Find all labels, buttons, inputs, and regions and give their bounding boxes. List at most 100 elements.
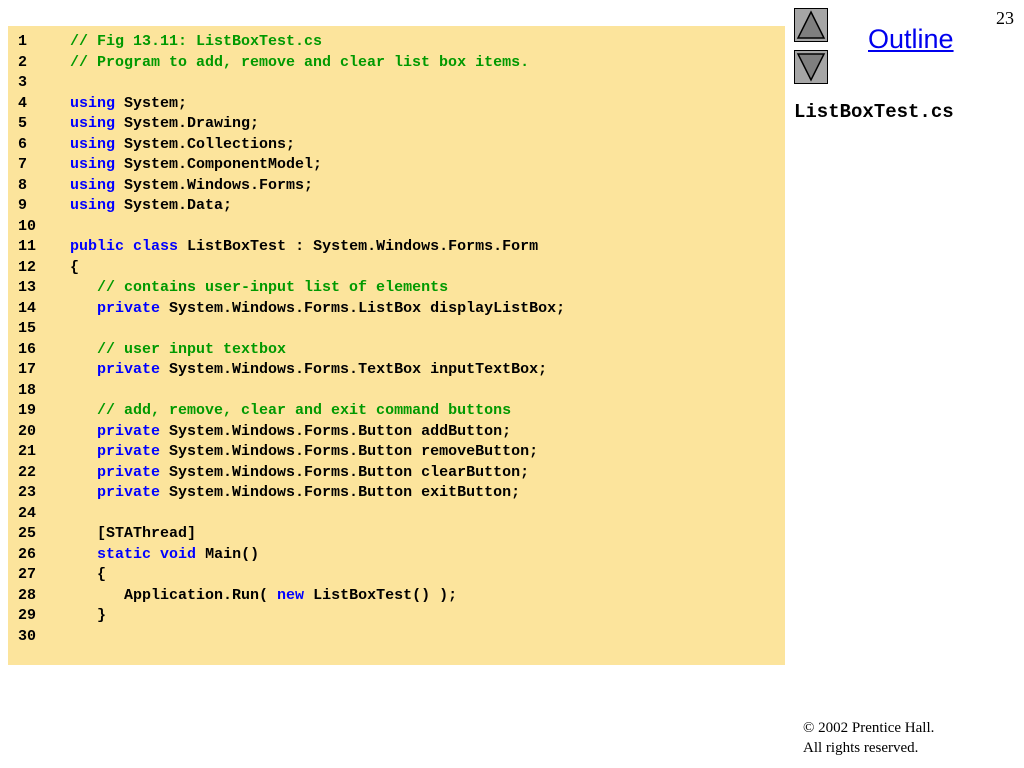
- slide-number: 23: [996, 8, 1014, 28]
- code-token: System.Drawing;: [115, 115, 260, 132]
- code-token: [STAThread]: [70, 525, 197, 542]
- code-text: private System.Windows.Forms.Button clea…: [70, 463, 529, 484]
- next-slide-button[interactable]: [794, 50, 828, 84]
- line-number: 15: [18, 320, 37, 337]
- line-number: 3: [18, 74, 28, 91]
- line-number: 23: [18, 484, 37, 501]
- line-number: 11: [18, 238, 37, 255]
- code-text: {: [70, 258, 79, 279]
- line-number: 8: [18, 176, 28, 194]
- code-text: using System.Drawing;: [70, 114, 259, 135]
- line-number: 29: [18, 607, 37, 624]
- code-token: System.Windows.Forms.Button addButton;: [160, 422, 512, 440]
- comment-token: // contains user-input list of elements: [97, 279, 449, 296]
- comment-token: // user input textbox: [97, 340, 287, 358]
- code-token: {: [70, 258, 80, 276]
- code-token: }: [70, 607, 107, 624]
- line-number: 17: [18, 361, 37, 378]
- copyright-symbol: ©: [803, 720, 815, 736]
- code-token: System.Windows.Forms.Button clearButton;: [160, 463, 530, 481]
- code-text: using System.ComponentModel;: [70, 155, 322, 176]
- code-text: private System.Windows.Forms.Button remo…: [70, 442, 538, 463]
- keyword-token: private: [97, 422, 161, 440]
- comment-token: // add, remove, clear and exit command b…: [97, 402, 512, 419]
- line-number: 2: [18, 53, 28, 71]
- code-token: System.Windows.Forms.Button removeButton…: [160, 443, 539, 460]
- copyright-text: 2002 Prentice Hall.: [814, 720, 935, 736]
- keyword-token: private: [97, 463, 161, 481]
- code-text: private System.Windows.Forms.TextBox inp…: [70, 360, 547, 381]
- code-text: Application.Run( new ListBoxTest() );: [70, 586, 457, 607]
- code-token: ListBoxTest() );: [304, 586, 458, 604]
- line-number: 25: [18, 525, 37, 542]
- code-text: using System.Windows.Forms;: [70, 176, 313, 197]
- code-text: // Fig 13.11: ListBoxTest.cs: [70, 32, 322, 53]
- line-number: 4: [18, 94, 28, 112]
- line-number: 12: [18, 258, 37, 276]
- keyword-token: void: [160, 545, 197, 563]
- previous-slide-button[interactable]: [794, 8, 828, 42]
- line-number: 20: [18, 422, 37, 440]
- keyword-token: using: [70, 135, 116, 153]
- code-text: {: [70, 565, 106, 586]
- line-number: 28: [18, 586, 37, 604]
- code-text: // add, remove, clear and exit command b…: [70, 401, 511, 422]
- line-number: 24: [18, 504, 37, 522]
- code-token: System;: [115, 94, 188, 112]
- keyword-token: using: [70, 115, 116, 132]
- code-text: private System.Windows.Forms.Button addB…: [70, 422, 511, 443]
- triangle-up-icon: [796, 10, 826, 39]
- line-number: 16: [18, 340, 37, 358]
- line-number: 10: [18, 217, 37, 235]
- code-text: using System.Data;: [70, 196, 232, 217]
- code-text: public class ListBoxTest : System.Window…: [70, 237, 538, 258]
- code-text: // contains user-input list of elements: [70, 278, 448, 299]
- copyright-line: © 2002 Prentice Hall.: [803, 718, 934, 738]
- file-name-label: ListBoxTest.cs: [794, 101, 954, 123]
- code-text: // Program to add, remove and clear list…: [70, 53, 529, 74]
- code-text: static void Main(): [70, 545, 259, 566]
- code-text: private System.Windows.Forms.Button exit…: [70, 483, 520, 504]
- triangle-down-icon: [796, 53, 826, 82]
- keyword-token: using: [70, 156, 116, 173]
- comment-token: // Fig 13.11: ListBoxTest.cs: [70, 33, 323, 50]
- code-listing-panel: 1 // Fig 13.11: ListBoxTest.cs 2 // Program…: [8, 26, 785, 665]
- keyword-token: new: [277, 586, 305, 604]
- code-token: System.Windows.Forms.Button exitButton;: [160, 484, 521, 501]
- line-number: 5: [18, 115, 28, 132]
- code-token: ListBoxTest : System.Windows.Forms.Form: [178, 238, 539, 255]
- line-number: 21: [18, 443, 37, 460]
- line-number: 9: [18, 197, 28, 214]
- line-number: 18: [18, 381, 37, 399]
- code-token: System.ComponentModel;: [115, 156, 323, 173]
- comment-token: // Program to add, remove and clear list…: [70, 53, 530, 71]
- keyword-token: class: [133, 238, 179, 255]
- code-text: [STAThread]: [70, 524, 196, 545]
- code-token: System.Collections;: [115, 135, 296, 153]
- code-token: {: [70, 566, 107, 583]
- rights-reserved-text: All rights reserved.: [803, 740, 919, 756]
- keyword-token: using: [70, 176, 116, 194]
- outline-link[interactable]: Outline: [868, 24, 954, 55]
- code-token: System.Windows.Forms;: [115, 176, 314, 194]
- keyword-token: using: [70, 94, 116, 112]
- code-token: Main(): [196, 545, 260, 563]
- code-text: }: [70, 606, 106, 627]
- keyword-token: using: [70, 197, 116, 214]
- keyword-token: private: [97, 299, 161, 317]
- keyword-token: static: [97, 545, 152, 563]
- code-text: using System;: [70, 94, 187, 115]
- code-token: System.Data;: [115, 197, 233, 214]
- line-number: 30: [18, 627, 37, 645]
- line-number: 22: [18, 463, 37, 481]
